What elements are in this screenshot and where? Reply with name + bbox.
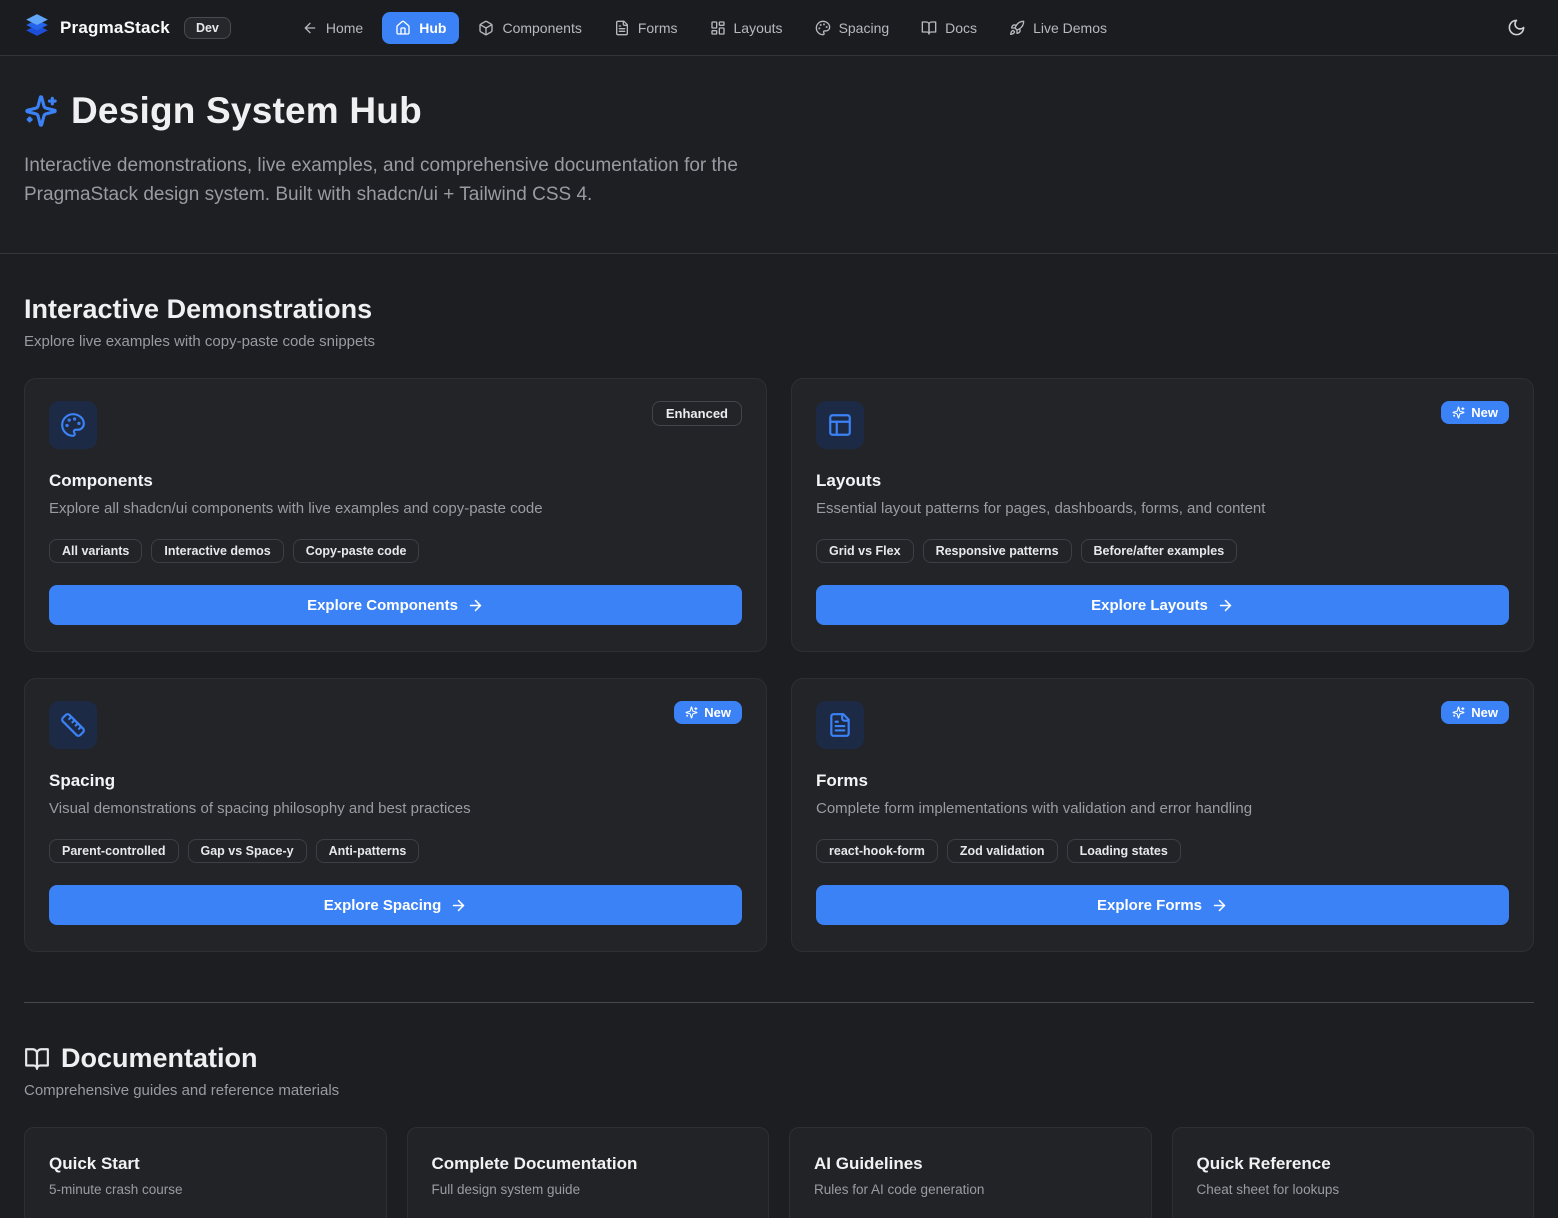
palette-icon <box>49 401 97 449</box>
layout-dashboard-icon <box>710 20 726 36</box>
tag: Zod validation <box>947 839 1058 863</box>
demo-card-layouts: New Layouts Essential layout patterns fo… <box>791 378 1534 652</box>
tag: react-hook-form <box>816 839 938 863</box>
sparkles-icon <box>1452 406 1465 419</box>
nav-item-docs[interactable]: Docs <box>908 12 990 44</box>
book-open-icon <box>921 20 937 36</box>
tag: Responsive patterns <box>923 539 1072 563</box>
demo-card-components: Enhanced Components Explore all shadcn/u… <box>24 378 767 652</box>
ruler-icon <box>49 701 97 749</box>
demos-heading: Interactive Demonstrations <box>24 294 372 325</box>
doc-card-quick-reference[interactable]: Quick Reference Cheat sheet for lookups <box>1172 1127 1535 1218</box>
card-description: 5-minute crash course <box>49 1182 362 1197</box>
card-title: Quick Start <box>49 1154 362 1174</box>
layers-icon <box>24 12 50 43</box>
doc-card-grid: Quick Start 5-minute crash course Comple… <box>24 1127 1534 1218</box>
tag: Parent-controlled <box>49 839 179 863</box>
card-description: Explore all shadcn/ui components with li… <box>49 500 742 517</box>
sparkles-icon <box>1452 706 1465 719</box>
tag: All variants <box>49 539 142 563</box>
tag-row: Grid vs Flex Responsive patterns Before/… <box>816 539 1509 563</box>
doc-card-quick-start[interactable]: Quick Start 5-minute crash course <box>24 1127 387 1218</box>
tag: Before/after examples <box>1081 539 1238 563</box>
new-badge: New <box>674 701 742 724</box>
tag: Grid vs Flex <box>816 539 914 563</box>
tag: Anti-patterns <box>316 839 420 863</box>
card-title: Layouts <box>816 471 1509 491</box>
arrow-left-icon <box>302 20 318 36</box>
card-title: Quick Reference <box>1197 1154 1510 1174</box>
card-description: Complete form implementations with valid… <box>816 800 1509 817</box>
doc-card-complete-documentation[interactable]: Complete Documentation Full design syste… <box>407 1127 770 1218</box>
explore-forms-button[interactable]: Explore Forms <box>816 885 1509 925</box>
file-text-icon <box>816 701 864 749</box>
book-open-icon <box>24 1046 50 1072</box>
tag-row: Parent-controlled Gap vs Space-y Anti-pa… <box>49 839 742 863</box>
arrow-right-icon <box>1211 897 1228 914</box>
nav-item-live-demos[interactable]: Live Demos <box>996 12 1120 44</box>
sparkles-icon <box>24 94 58 128</box>
card-description: Full design system guide <box>432 1182 745 1197</box>
navbar: PragmaStack Dev Home Hub Components Form… <box>0 0 1558 56</box>
file-text-icon <box>614 20 630 36</box>
explore-components-button[interactable]: Explore Components <box>49 585 742 625</box>
arrow-right-icon <box>1217 597 1234 614</box>
theme-toggle-button[interactable] <box>1499 10 1534 45</box>
card-title: Forms <box>816 771 1509 791</box>
explore-spacing-button[interactable]: Explore Spacing <box>49 885 742 925</box>
main-nav: Home Hub Components Forms Layouts Spacin… <box>289 12 1120 44</box>
palette-icon <box>815 20 831 36</box>
demos-section-header: Interactive Demonstrations Explore live … <box>24 294 1534 350</box>
tag-row: react-hook-form Zod validation Loading s… <box>816 839 1509 863</box>
documentation-heading: Documentation <box>61 1043 258 1074</box>
rocket-icon <box>1009 20 1025 36</box>
env-badge: Dev <box>184 17 231 39</box>
nav-item-forms[interactable]: Forms <box>601 12 691 44</box>
explore-layouts-button[interactable]: Explore Layouts <box>816 585 1509 625</box>
status-badge: Enhanced <box>652 401 742 426</box>
tag: Copy-paste code <box>293 539 420 563</box>
demo-card-grid: Enhanced Components Explore all shadcn/u… <box>24 378 1534 952</box>
hero: Design System Hub Interactive demonstrat… <box>0 56 1558 254</box>
card-description: Rules for AI code generation <box>814 1182 1127 1197</box>
section-divider <box>24 1002 1534 1003</box>
demo-card-forms: New Forms Complete form implementations … <box>791 678 1534 952</box>
nav-item-home[interactable]: Home <box>289 12 376 44</box>
brand[interactable]: PragmaStack Dev <box>24 12 231 43</box>
nav-item-hub[interactable]: Hub <box>382 12 459 44</box>
documentation-section-header: Documentation Comprehensive guides and r… <box>24 1043 1534 1099</box>
brand-name: PragmaStack <box>60 18 170 38</box>
page-title: Design System Hub <box>71 90 422 132</box>
card-description: Visual demonstrations of spacing philoso… <box>49 800 742 817</box>
box-icon <box>478 20 494 36</box>
card-title: Components <box>49 471 742 491</box>
nav-item-components[interactable]: Components <box>465 12 594 44</box>
card-description: Cheat sheet for lookups <box>1197 1182 1510 1197</box>
card-title: AI Guidelines <box>814 1154 1127 1174</box>
new-badge: New <box>1441 401 1509 424</box>
tag: Loading states <box>1067 839 1181 863</box>
main-content: Interactive Demonstrations Explore live … <box>0 294 1558 1218</box>
tag: Interactive demos <box>151 539 283 563</box>
card-title: Complete Documentation <box>432 1154 745 1174</box>
sparkles-icon <box>685 706 698 719</box>
demos-subheading: Explore live examples with copy-paste co… <box>24 333 1534 350</box>
card-title: Spacing <box>49 771 742 791</box>
house-icon <box>395 20 411 36</box>
card-description: Essential layout patterns for pages, das… <box>816 500 1509 517</box>
tag-row: All variants Interactive demos Copy-past… <box>49 539 742 563</box>
nav-item-spacing[interactable]: Spacing <box>802 12 903 44</box>
arrow-right-icon <box>450 897 467 914</box>
moon-icon <box>1507 18 1526 37</box>
demo-card-spacing: New Spacing Visual demonstrations of spa… <box>24 678 767 952</box>
panels-top-left-icon <box>816 401 864 449</box>
documentation-subheading: Comprehensive guides and reference mater… <box>24 1082 1534 1099</box>
doc-card-ai-guidelines[interactable]: AI Guidelines Rules for AI code generati… <box>789 1127 1152 1218</box>
tag: Gap vs Space-y <box>188 839 307 863</box>
new-badge: New <box>1441 701 1509 724</box>
arrow-right-icon <box>467 597 484 614</box>
nav-item-layouts[interactable]: Layouts <box>697 12 796 44</box>
page-description: Interactive demonstrations, live example… <box>24 152 769 209</box>
